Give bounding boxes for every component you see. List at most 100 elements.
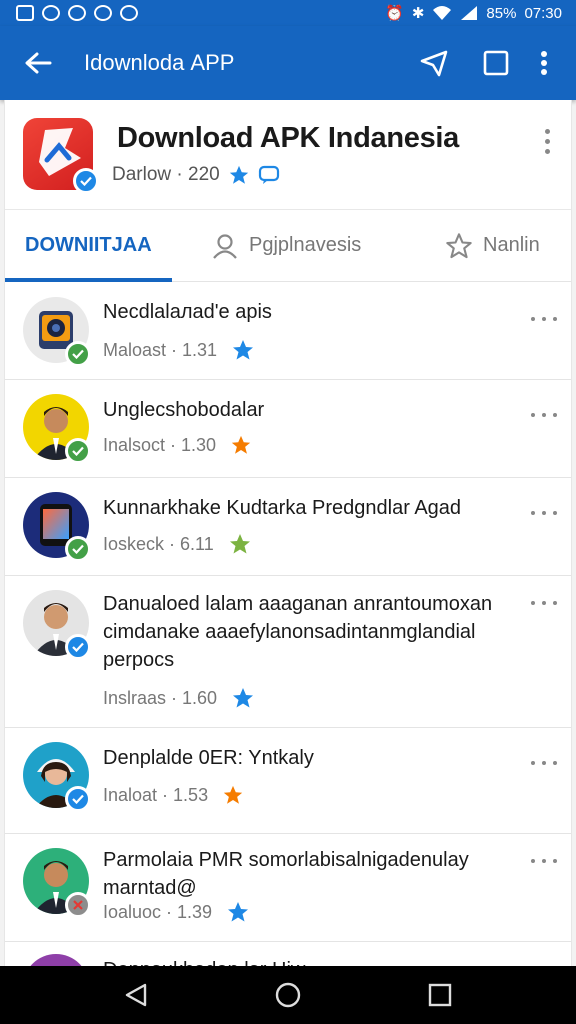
avatar (23, 848, 91, 918)
star-icon (233, 688, 254, 708)
person-icon (211, 233, 239, 259)
tab-personal-label: Pgjplnavesis (249, 234, 362, 256)
chat-icon (258, 165, 279, 184)
verified-icon (65, 634, 91, 660)
app-bar-title: Idownlodа APP (84, 50, 235, 75)
home-nav-button[interactable] (263, 970, 313, 1020)
tab-personal[interactable]: Pgjplnavesis (211, 210, 361, 282)
square-recents-icon (428, 983, 452, 1007)
verified-icon (65, 341, 91, 367)
list-item[interactable]: Danualoed lalam aaaganan anrantoumoxan c… (5, 576, 571, 728)
blocked-icon (65, 892, 91, 918)
item-title: Unglecshobodalar (103, 399, 265, 421)
recents-nav-button[interactable] (415, 970, 465, 1020)
item-meta: Inalsoct · 1.30 (103, 434, 252, 456)
item-meta-text: Maloast · 1.31 (103, 339, 218, 360)
avatar (23, 742, 91, 812)
navigation-bar (0, 966, 576, 1024)
item-more-button[interactable] (531, 410, 557, 420)
tab-ranking[interactable]: Nanlin (445, 210, 540, 282)
clock-notification-icon (68, 5, 86, 21)
star-icon (231, 435, 251, 454)
item-title: Denplalde 0ER: Yntkaly (103, 747, 314, 769)
app-meta-text: Darlow · 220 (112, 164, 220, 185)
item-meta: Maloast · 1.31 (103, 338, 255, 362)
back-button[interactable] (18, 43, 58, 83)
app-name: Download APK Indanesia (117, 122, 459, 154)
item-more-button[interactable] (531, 598, 557, 608)
more-vertical-icon (541, 51, 547, 75)
star-icon (229, 534, 250, 554)
item-title: Danualoed lalam aaaganan anrantoumoxan c… (103, 593, 493, 671)
message-notification-icon (94, 5, 112, 21)
window-button[interactable] (472, 39, 520, 87)
app-header: Download APK Indanesia Darlow · 220 (5, 100, 571, 210)
star-icon (228, 902, 249, 922)
item-meta: Inslraas · 1.60 (103, 686, 255, 710)
item-more-button[interactable] (531, 856, 557, 866)
item-meta-text: Inalsoct · 1.30 (103, 434, 217, 455)
tab-download[interactable]: DOWNIITJAA (5, 210, 172, 282)
app-bar: Idownlodа APP (0, 26, 576, 100)
item-meta-text: Ioaluoc · 1.39 (103, 901, 213, 922)
item-title: Parmolaia PMR somorlabisalnigadenulay ma… (103, 849, 469, 899)
battery-text: 85% (486, 4, 517, 22)
item-more-button[interactable] (531, 508, 557, 518)
star-icon (233, 340, 254, 360)
list-item[interactable]: Unglecshobodalar Inalsoct · 1.30 (5, 380, 571, 478)
notification-icons (16, 5, 138, 21)
content-sheet: Download APK Indanesia Darlow · 220 DOWN… (4, 100, 572, 966)
item-more-button[interactable] (531, 758, 557, 768)
item-meta: Inaloat · 1.53 (103, 784, 244, 806)
back-nav-button[interactable] (111, 970, 161, 1020)
avatar (23, 492, 91, 562)
item-title: Necdlalaлad'e apis (103, 301, 272, 323)
avatar (23, 954, 89, 966)
triangle-back-icon (125, 983, 147, 1007)
item-meta-text: Ioskeck · 6.11 (103, 533, 214, 554)
star-outline-icon (445, 232, 473, 260)
avatar (23, 394, 91, 464)
star-icon (223, 785, 243, 804)
overflow-menu-button[interactable] (526, 39, 562, 87)
item-title: Kunnarkhake Kudtarka Predgndlar Agad (103, 497, 462, 519)
arrow-left-icon (25, 52, 52, 74)
tab-download-label: DOWNIITJAA (25, 234, 152, 256)
item-meta: Ioaluoc · 1.39 (103, 900, 250, 924)
share-button[interactable] (410, 39, 458, 87)
circle-home-icon (275, 982, 301, 1008)
app-meta: Darlow · 220 (112, 164, 280, 186)
list-item[interactable]: Dennaukhaden lar Hiw (5, 942, 571, 966)
alarm-icon: ⏰ (385, 4, 404, 22)
list-item[interactable]: Necdlalaлad'e apis Maloast · 1.31 (5, 282, 571, 380)
signal-icon (461, 6, 478, 20)
tab-bar: DOWNIITJAA Pgjplnavesis Nanlin (5, 210, 571, 282)
send-icon (420, 50, 448, 77)
item-meta-text: Inslraas · 1.60 (103, 687, 218, 708)
item-meta-text: Inaloat · 1.53 (103, 784, 209, 805)
app-notification-icon (120, 5, 138, 21)
sync-notification-icon (42, 5, 60, 21)
clock: 07:30 (524, 4, 562, 22)
app-list: Necdlalaлad'e apis Maloast · 1.31 Unglec… (5, 282, 571, 966)
image-notification-icon (16, 5, 34, 21)
avatar (23, 590, 91, 660)
item-more-button[interactable] (531, 314, 557, 324)
item-title: Dennaukhaden lar Hiw (103, 956, 519, 966)
avatar (23, 297, 91, 367)
list-item[interactable]: Parmolaia PMR somorlabisalnigadenulay ma… (5, 834, 571, 942)
star-icon (229, 165, 248, 184)
status-bar: ⏰ ✱ 85% 07:30 (0, 0, 576, 26)
verified-icon (65, 536, 91, 562)
item-meta: Ioskeck · 6.11 (103, 532, 252, 556)
verified-icon (65, 438, 91, 464)
tab-ranking-label: Nanlin (483, 234, 540, 256)
list-item[interactable]: Denplalde 0ER: Yntkaly Inaloat · 1.53 (5, 728, 571, 834)
list-item[interactable]: Kunnarkhake Kudtarka Predgndlar Agad Ios… (5, 478, 571, 576)
wifi-icon (433, 6, 452, 20)
bluetooth-icon: ✱ (411, 4, 425, 22)
app-logo (23, 118, 99, 194)
verified-icon (65, 786, 91, 812)
header-more-button[interactable] (537, 126, 557, 156)
square-icon (483, 50, 509, 76)
